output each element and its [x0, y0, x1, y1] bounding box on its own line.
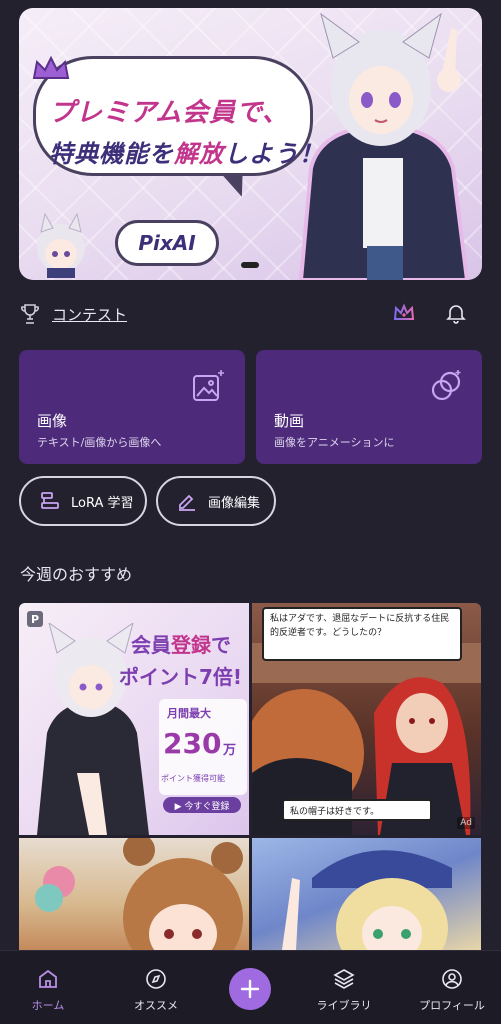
nav-profile[interactable]: プロフィール	[412, 961, 492, 1013]
nav-library[interactable]: ライブラリ	[304, 961, 384, 1013]
lora-training-button[interactable]: LoRA 学習	[19, 476, 147, 526]
contest-row: コンテスト	[0, 296, 501, 330]
pill-label: LoRA 学習	[71, 495, 134, 511]
promo-unit: 万	[223, 743, 237, 758]
image-generation-card[interactable]: 画像 テキスト/画像から画像へ	[19, 350, 245, 464]
promo-headline-2: ポイント7倍!	[119, 665, 243, 689]
nav-home[interactable]: ホーム	[8, 961, 88, 1013]
anime-girl-illustration	[298, 12, 470, 280]
carousel-indicator[interactable]	[241, 262, 259, 268]
crown-decoration-icon	[32, 55, 70, 79]
register-now-button[interactable]: ▶ 今すぐ登録	[163, 797, 241, 813]
compass-icon	[146, 969, 166, 989]
blue-hat-girl-tile[interactable]	[252, 838, 481, 950]
pixai-logo: PixAI	[115, 220, 219, 266]
layers-icon	[333, 969, 355, 989]
comic-tile[interactable]: 私はアダです、退屈なデートに反抗する住民的反逆者です。どうしたの？ 私の帽子は好…	[252, 603, 481, 835]
nav-label: ライブラリ	[316, 999, 372, 1012]
chibi-mascot-illustration	[37, 212, 85, 278]
promo-note: ポイント獲得可能	[161, 774, 225, 783]
notification-bell-icon[interactable]	[444, 301, 468, 325]
blue-hat-girl-illustration	[282, 850, 452, 950]
lora-train-icon	[41, 492, 59, 509]
pill-label: 画像編集	[208, 495, 261, 511]
image-sparkle-icon	[193, 370, 224, 401]
video-circles-icon	[431, 370, 461, 401]
promo-headline-1: 会員登録で	[131, 633, 231, 657]
promo-number: 230	[163, 727, 222, 760]
trophy-icon	[21, 304, 39, 324]
promo-points-box: 月間最大 230 万 ポイント獲得可能	[159, 699, 247, 795]
weekly-recommendations-heading: 今週のおすすめ	[20, 565, 133, 584]
bear-girl-tile[interactable]	[19, 838, 249, 950]
card-subtitle: 画像をアニメーションに	[274, 436, 395, 449]
comic-speech-bubble: 私はアダです、退屈なデートに反抗する住民的反逆者です。どうしたの？	[262, 607, 462, 661]
nav-recommend[interactable]: オススメ	[116, 961, 196, 1013]
video-generation-card[interactable]: 動画 画像をアニメーションに	[256, 350, 482, 464]
nav-label: プロフィール	[419, 999, 485, 1012]
banner-headline-1: プレミアム会員で、	[49, 98, 290, 128]
nav-label: オススメ	[134, 999, 178, 1012]
card-title: 画像	[37, 412, 68, 430]
premium-banner[interactable]: プレミアム会員で、 特典機能を解放しよう！ PixAI	[19, 8, 482, 280]
premium-badge: P	[27, 611, 43, 627]
card-subtitle: テキスト/画像から画像へ	[37, 436, 162, 449]
plus-icon	[240, 979, 260, 999]
profile-icon	[442, 969, 462, 989]
promo-max-label: 月間最大	[167, 707, 211, 720]
ad-tag: Ad	[457, 817, 475, 829]
premium-promo-tile[interactable]: P 会員登録で ポイント7倍! 月間最大 230 万 ポイント獲得可能 ▶ 今す…	[19, 603, 249, 835]
card-title: 動画	[274, 412, 305, 430]
comic-speech-bubble-2: 私の帽子は好きです。	[282, 799, 432, 821]
image-edit-button[interactable]: 画像編集	[156, 476, 276, 526]
crown-icon[interactable]	[393, 303, 415, 323]
bear-girl-illustration	[35, 838, 243, 950]
nav-label: ホーム	[31, 999, 65, 1012]
create-button[interactable]	[229, 968, 271, 1010]
contest-link[interactable]: コンテスト	[52, 304, 127, 325]
home-icon	[39, 969, 57, 988]
pencil-icon	[179, 494, 195, 511]
